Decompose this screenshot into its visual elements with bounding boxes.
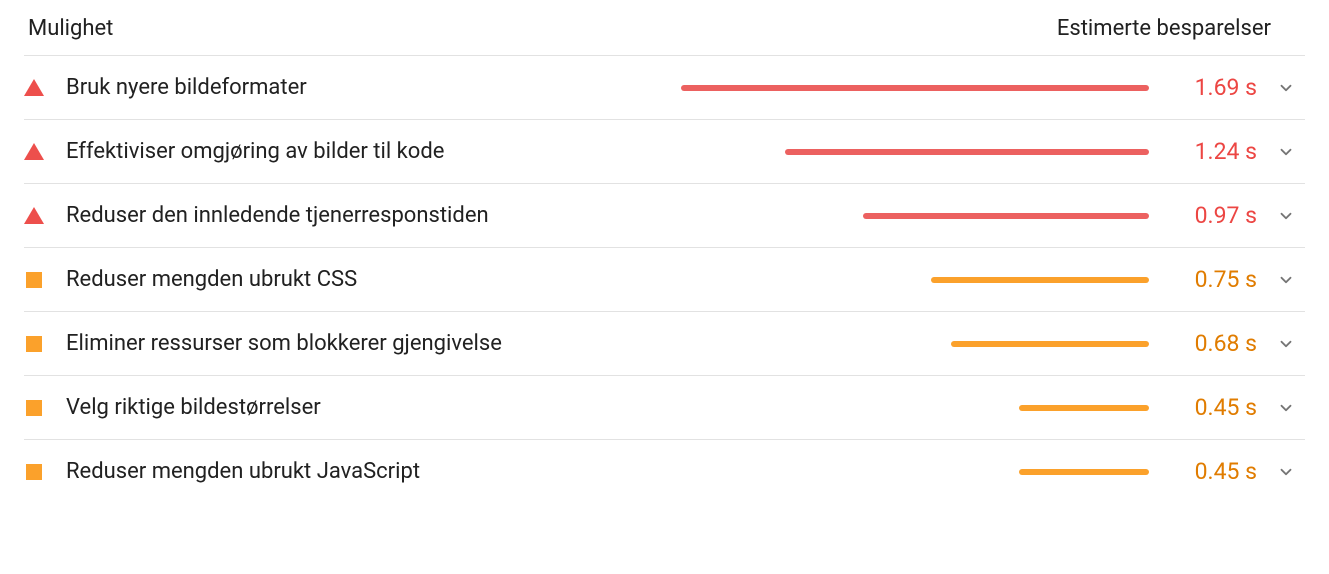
chevron-down-icon[interactable] <box>1271 271 1301 289</box>
square-orange-icon <box>24 334 44 354</box>
triangle-red-icon <box>24 78 44 98</box>
column-header-opportunity: Mulighet <box>28 16 113 41</box>
savings-bar-track <box>629 405 1149 411</box>
opportunity-row[interactable]: Bruk nyere bildeformater 1.69 s <box>24 55 1305 119</box>
savings-value: 0.45 s <box>1167 394 1257 421</box>
square-orange-icon <box>24 462 44 482</box>
savings-bar-track <box>629 149 1149 155</box>
opportunity-label: Eliminer ressurser som blokkerer gjengiv… <box>66 331 629 356</box>
chevron-down-icon[interactable] <box>1271 335 1301 353</box>
chevron-down-icon[interactable] <box>1271 79 1301 97</box>
square-orange-icon <box>24 398 44 418</box>
savings-value: 0.75 s <box>1167 266 1257 293</box>
opportunity-label: Bruk nyere bildeformater <box>66 75 629 100</box>
opportunity-label: Effektiviser omgjøring av bilder til kod… <box>66 139 629 164</box>
opportunity-row[interactable]: Reduser mengden ubrukt JavaScript 0.45 s <box>24 439 1305 503</box>
savings-bar-fill <box>931 277 1149 283</box>
opportunity-row[interactable]: Reduser den innledende tjenerresponstide… <box>24 183 1305 247</box>
chevron-down-icon[interactable] <box>1271 143 1301 161</box>
opportunity-label: Reduser mengden ubrukt CSS <box>66 267 629 292</box>
savings-bar-track <box>629 277 1149 283</box>
chevron-down-icon[interactable] <box>1271 207 1301 225</box>
opportunity-label: Velg riktige bildestørrelser <box>66 395 629 420</box>
savings-value: 0.97 s <box>1167 202 1257 229</box>
savings-bar-track <box>629 341 1149 347</box>
savings-value: 1.24 s <box>1167 138 1257 165</box>
opportunities-panel: Mulighet Estimerte besparelser Bruk nyer… <box>0 0 1329 503</box>
savings-bar-track <box>629 469 1149 475</box>
opportunity-label: Reduser den innledende tjenerresponstide… <box>66 203 629 228</box>
square-orange-icon <box>24 270 44 290</box>
triangle-red-icon <box>24 142 44 162</box>
savings-value: 1.69 s <box>1167 74 1257 101</box>
column-header-savings: Estimerte besparelser <box>1057 16 1301 41</box>
savings-bar-fill <box>785 149 1149 155</box>
savings-value: 0.45 s <box>1167 458 1257 485</box>
savings-bar-track <box>629 213 1149 219</box>
opportunity-row[interactable]: Velg riktige bildestørrelser 0.45 s <box>24 375 1305 439</box>
savings-bar-track <box>629 85 1149 91</box>
savings-bar-fill <box>863 213 1149 219</box>
triangle-red-icon <box>24 206 44 226</box>
header-row: Mulighet Estimerte besparelser <box>24 8 1305 55</box>
opportunity-row[interactable]: Eliminer ressurser som blokkerer gjengiv… <box>24 311 1305 375</box>
opportunity-row[interactable]: Effektiviser omgjøring av bilder til kod… <box>24 119 1305 183</box>
savings-bar-fill <box>681 85 1149 91</box>
savings-value: 0.68 s <box>1167 330 1257 357</box>
opportunity-row[interactable]: Reduser mengden ubrukt CSS 0.75 s <box>24 247 1305 311</box>
chevron-down-icon[interactable] <box>1271 399 1301 417</box>
chevron-down-icon[interactable] <box>1271 463 1301 481</box>
opportunity-label: Reduser mengden ubrukt JavaScript <box>66 459 629 484</box>
savings-bar-fill <box>1019 469 1149 475</box>
savings-bar-fill <box>1019 405 1149 411</box>
savings-bar-fill <box>951 341 1149 347</box>
